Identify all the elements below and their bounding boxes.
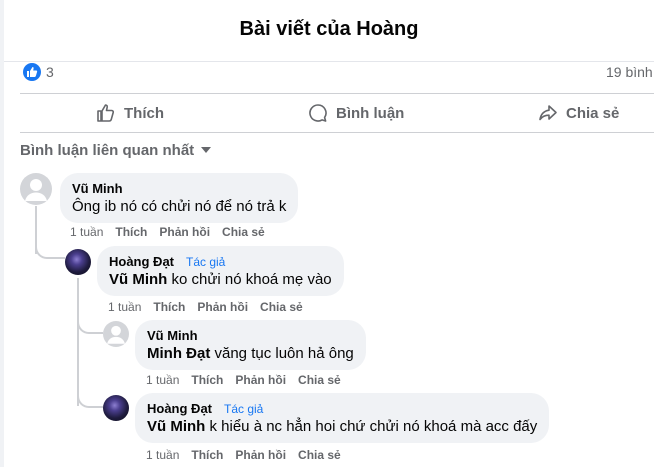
comment-text: Minh Đạt văng tục luôn hả ông [147, 345, 354, 362]
comment-text: Ông ib nó có chửi nó để nó trả k [72, 198, 287, 215]
comment-reply-button[interactable]: Phản hồi [197, 300, 248, 314]
like-count[interactable]: 3 [46, 64, 54, 80]
like-reaction-icon[interactable] [23, 63, 41, 81]
mention-link[interactable]: Vũ Minh [109, 271, 167, 288]
caret-down-icon [201, 147, 212, 153]
dialog-title: Bài viết của Hoàng [239, 18, 419, 40]
comment-bubble: Vũ Minh Minh Đạt văng tục luôn hả ông [135, 320, 366, 370]
sort-label: Bình luận liên quan nhất [20, 141, 195, 159]
comment-meta: 1 tuần Thích Phản hồi Chia sẻ [146, 448, 341, 462]
comment-button[interactable]: Bình luận [308, 94, 404, 132]
author-badge: Tác giả [186, 254, 226, 269]
backdrop-edge [0, 0, 4, 467]
comment-bubble: Hoàng Đạt Tác giả Vũ Minh k hiểu à nc hẳ… [135, 393, 550, 443]
thread-line [35, 244, 65, 259]
comment-share-button[interactable]: Chia sẻ [260, 300, 303, 314]
comment-bubble: Hoàng Đạt Tác giả Vũ Minh ko chửi nó kho… [97, 246, 344, 296]
comment-meta: 1 tuần Thích Phản hồi Chia sẻ [108, 300, 303, 314]
comment-like-button[interactable]: Thích [153, 300, 185, 314]
comment-author[interactable]: Vũ Minh [147, 328, 354, 343]
comment-label: Bình luận [336, 104, 405, 122]
comment-time[interactable]: 1 tuần [146, 448, 179, 462]
avatar[interactable] [65, 249, 91, 275]
mention-link[interactable]: Minh Đạt [147, 345, 210, 362]
mention-link[interactable]: Vũ Minh [147, 418, 205, 435]
comment-sort-dropdown[interactable]: Bình luận liên quan nhất [20, 140, 212, 160]
thread-line [77, 278, 79, 406]
comment-like-button[interactable]: Thích [115, 225, 147, 239]
thread-line [77, 318, 103, 334]
user-silhouette-icon [25, 179, 47, 201]
avatar[interactable] [103, 321, 129, 347]
comment-time[interactable]: 1 tuần [70, 225, 103, 239]
comment-like-button[interactable]: Thích [191, 373, 223, 387]
action-bar: Thích Bình luận Chia sẻ [20, 93, 654, 133]
comment-author[interactable]: Vũ Minh [72, 181, 286, 196]
avatar[interactable] [20, 173, 52, 205]
dialog-header: Bài viết của Hoàng [4, 0, 654, 62]
comment-time[interactable]: 1 tuần [146, 373, 179, 387]
comment-text: Vũ Minh ko chửi nó khoá mẹ vào [109, 271, 332, 288]
comment-share-button[interactable]: Chia sẻ [222, 225, 265, 239]
comment-share-button[interactable]: Chia sẻ [298, 373, 341, 387]
comment-meta: 1 tuần Thích Phản hồi Chia sẻ [70, 225, 265, 239]
author-badge: Tác giả [224, 401, 264, 416]
thread-line [77, 392, 103, 408]
like-button[interactable]: Thích [96, 94, 164, 132]
comment-icon [309, 104, 327, 122]
comment-bubble: Vũ Minh Ông ib nó có chửi nó để nó trả k [60, 173, 299, 223]
comment-author[interactable]: Hoàng Đạt Tác giả [147, 401, 537, 416]
avatar[interactable] [103, 395, 129, 421]
comment-like-button[interactable]: Thích [191, 448, 223, 462]
comment-reply-button[interactable]: Phản hồi [235, 373, 286, 387]
user-silhouette-icon [107, 325, 125, 344]
share-button[interactable]: Chia sẻ [538, 94, 619, 132]
comment-text: Vũ Minh k hiểu à nc hẳn hoi chứ chửi nó … [147, 418, 538, 435]
comment-share-button[interactable]: Chia sẻ [298, 448, 341, 462]
comment-author[interactable]: Hoàng Đạt Tác giả [109, 254, 332, 269]
comment-reply-button[interactable]: Phản hồi [235, 448, 286, 462]
comment-count[interactable]: 19 bình [606, 64, 653, 80]
share-icon [539, 105, 557, 121]
like-label: Thích [124, 104, 164, 122]
post-dialog: Bài viết của Hoàng 3 19 bình Thích Bình … [0, 0, 654, 467]
comment-reply-button[interactable]: Phản hồi [159, 225, 210, 239]
comment-meta: 1 tuần Thích Phản hồi Chia sẻ [146, 373, 341, 387]
share-label: Chia sẻ [566, 104, 620, 122]
thumbs-up-icon [97, 104, 115, 122]
comment-time[interactable]: 1 tuần [108, 300, 141, 314]
reaction-summary: 3 19 bình [20, 62, 654, 84]
